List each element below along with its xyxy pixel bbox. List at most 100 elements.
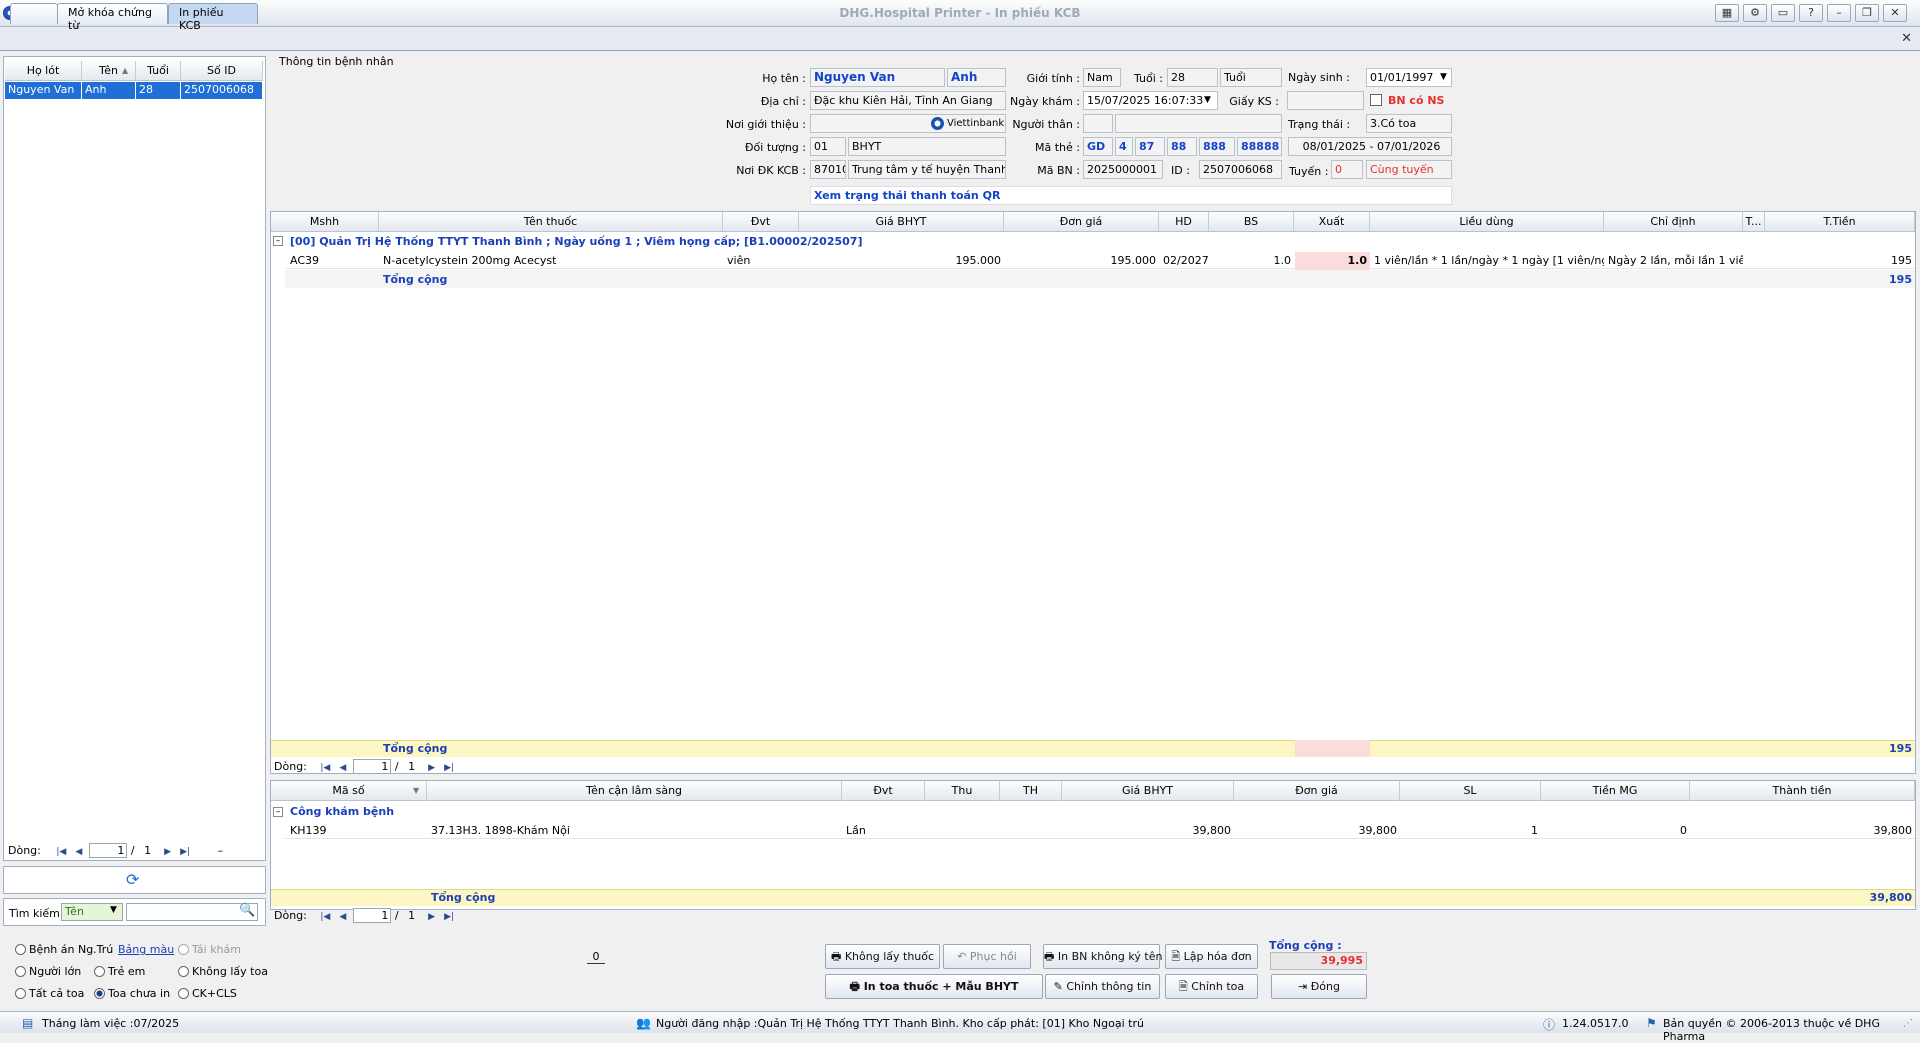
opt-benh-an[interactable]: Bệnh án Ng.Trú	[15, 943, 113, 956]
prev-icon[interactable]: ◀	[72, 846, 86, 858]
collapse-icon[interactable]: –	[273, 236, 283, 246]
first-icon[interactable]: |◀	[318, 762, 332, 774]
next-icon[interactable]: ▶	[425, 762, 439, 774]
bang-mau-link[interactable]: Bảng màu	[118, 943, 174, 956]
hieu-luc-field[interactable]: 08/01/2025 - 07/01/2026	[1288, 137, 1452, 156]
col-sl[interactable]: SL	[1400, 781, 1541, 801]
nguoi-than-field[interactable]	[1115, 114, 1282, 133]
ma-the-part5[interactable]: 888	[1199, 137, 1235, 156]
col-t[interactable]: T...	[1743, 212, 1765, 232]
qr-status-link[interactable]: Xem trạng thái thanh toán QR	[810, 186, 1452, 205]
trang-thai-field[interactable]: 3.Có toa	[1366, 114, 1452, 133]
drug-group-header[interactable]: [00] Quản Trị Hệ Thống TTYT Thanh Bình ;…	[287, 233, 865, 251]
dia-chi-field[interactable]: Đặc khu Kiên Hải, Tỉnh An Giang	[810, 91, 1006, 110]
service-group-header[interactable]: Công khám bệnh	[287, 803, 397, 821]
opt-ck-cls[interactable]: CK+CLS	[178, 987, 237, 1000]
first-icon[interactable]: |◀	[54, 846, 68, 858]
ho-ten-field[interactable]: Nguyen Van	[810, 68, 945, 87]
ma-the-part6[interactable]: 88888	[1237, 137, 1282, 156]
opt-tat-ca-toa[interactable]: Tất cả toa	[15, 987, 84, 1000]
chinh-toa-button[interactable]: 🗎 Chỉnh toa	[1165, 974, 1258, 999]
col-tien-mg[interactable]: Tiền MG	[1541, 781, 1690, 801]
opt-nguoi-lon[interactable]: Người lớn	[15, 965, 81, 978]
col-xuat[interactable]: Xuất	[1294, 212, 1370, 232]
opt-khong-lay-toa[interactable]: Không lấy toa	[178, 965, 268, 978]
patient-row-ho-lot[interactable]: Nguyen Van	[5, 82, 82, 99]
col-thanh-tien[interactable]: Thành tiền	[1690, 781, 1915, 801]
page-input[interactable]: 1	[353, 908, 392, 923]
first-icon[interactable]: |◀	[318, 911, 332, 923]
tab-blank[interactable]	[10, 3, 58, 24]
tab-in-phieu[interactable]: In phiếu KCB	[168, 3, 258, 32]
search-icon[interactable]: 🔍	[239, 903, 255, 918]
nguoi-than-code[interactable]	[1083, 114, 1113, 133]
lap-hoa-don-button[interactable]: 🗎 Lập hóa đơn	[1165, 944, 1258, 969]
col-bs[interactable]: BS	[1209, 212, 1294, 232]
noi-dk-code[interactable]: 87010	[810, 160, 846, 179]
in-toa-thuoc-button[interactable]: 🖶 In toa thuốc + Mẫu BHYT	[825, 974, 1043, 999]
col-gia-bhyt[interactable]: Giá BHYT	[1062, 781, 1234, 801]
dong-button[interactable]: ⇥ Đóng	[1271, 974, 1367, 999]
help-icon[interactable]: ?	[1799, 4, 1823, 22]
col-t-tien[interactable]: T.Tiền	[1765, 212, 1915, 232]
id-field[interactable]: 2507006068	[1199, 160, 1282, 179]
prev-icon[interactable]: ◀	[336, 911, 350, 923]
calculator-icon[interactable]: ▦	[1715, 4, 1739, 22]
restore-icon[interactable]: ❐	[1855, 4, 1879, 22]
doi-tuong-code[interactable]: 01	[810, 137, 846, 156]
ma-the-part3[interactable]: 87	[1135, 137, 1165, 156]
ma-the-part1[interactable]: GD	[1083, 137, 1113, 156]
refresh-icon[interactable]: ⟳	[126, 870, 139, 889]
col-don-gia[interactable]: Đơn giá	[1234, 781, 1400, 801]
col-hd[interactable]: HD	[1159, 212, 1209, 232]
ma-bn-field[interactable]: 2025000001	[1083, 160, 1163, 179]
ma-the-part2[interactable]: 4	[1115, 137, 1133, 156]
patient-row-so-id[interactable]: 2507006068	[181, 82, 263, 99]
col-th[interactable]: TH	[1000, 781, 1062, 801]
col-mshh[interactable]: Mshh	[271, 212, 379, 232]
collapse-icon[interactable]: –	[273, 807, 283, 817]
next-icon[interactable]: ▶	[161, 846, 175, 858]
minimize-icon[interactable]: –	[1827, 4, 1851, 22]
chinh-thong-tin-button[interactable]: ✎ Chỉnh thông tin	[1045, 974, 1160, 999]
khong-lay-thuoc-button[interactable]: 🖶 Không lấy thuốc	[825, 944, 940, 969]
col-lieu-dung[interactable]: Liều dùng	[1370, 212, 1604, 232]
opt-toa-chua-in[interactable]: Toa chưa in	[94, 987, 170, 1000]
ngay-kham-field[interactable]: 15/07/2025 16:07:33	[1083, 91, 1218, 110]
col-ma-so[interactable]: Mã số	[271, 781, 427, 801]
noi-dk-field[interactable]: Trung tâm y tế huyện Thanh	[848, 160, 1006, 179]
ma-the-part4[interactable]: 88	[1167, 137, 1197, 156]
doi-tuong-field[interactable]: BHYT	[848, 137, 1006, 156]
col-so-id[interactable]: Số ID	[181, 61, 263, 81]
page-input[interactable]: 1	[353, 759, 392, 774]
col-don-gia[interactable]: Đơn giá	[1004, 212, 1159, 232]
tuoi-field[interactable]: 28	[1167, 68, 1218, 87]
giay-ks-field[interactable]	[1287, 91, 1364, 110]
page-input[interactable]: 1	[89, 843, 128, 858]
minus-icon[interactable]: –	[218, 844, 224, 857]
opt-tai-kham[interactable]: Tái khám	[178, 943, 241, 956]
drug-xuat[interactable]: 1.0	[1295, 252, 1370, 270]
phuc-hoi-button[interactable]: ↶ Phục hồi	[943, 944, 1031, 969]
tuyen-field[interactable]: Cùng tuyến	[1366, 160, 1452, 179]
tab-mo-khoa[interactable]: Mở khóa chứng từ	[57, 3, 168, 32]
last-icon[interactable]: ▶|	[442, 911, 456, 923]
tab-close-icon[interactable]: ✕	[1901, 31, 1912, 46]
col-tuoi[interactable]: Tuổi	[136, 61, 181, 81]
settings-icon[interactable]: ⚙	[1743, 4, 1767, 22]
col-ho-lot[interactable]: Họ lót	[5, 61, 82, 81]
col-thu[interactable]: Thu	[925, 781, 1000, 801]
ten-field[interactable]: Anh	[947, 68, 1006, 87]
col-gia-bhyt[interactable]: Giá BHYT	[799, 212, 1004, 232]
filter-icon[interactable]: ▼	[413, 786, 419, 795]
window-icon[interactable]: ▭	[1771, 4, 1795, 22]
resize-grip-icon[interactable]: ⋰	[1903, 1018, 1913, 1029]
col-dvt[interactable]: Đvt	[723, 212, 799, 232]
tuyen-code[interactable]: 0	[1331, 160, 1363, 179]
gioi-tinh-field[interactable]: Nam	[1083, 68, 1121, 87]
patient-row-tuoi[interactable]: 28	[136, 82, 181, 99]
col-ten-thuoc[interactable]: Tên thuốc	[379, 212, 723, 232]
in-bn-button[interactable]: 🖶 In BN không ký tên	[1043, 944, 1162, 969]
bn-co-ns-checkbox[interactable]	[1370, 94, 1382, 106]
last-icon[interactable]: ▶|	[178, 846, 192, 858]
